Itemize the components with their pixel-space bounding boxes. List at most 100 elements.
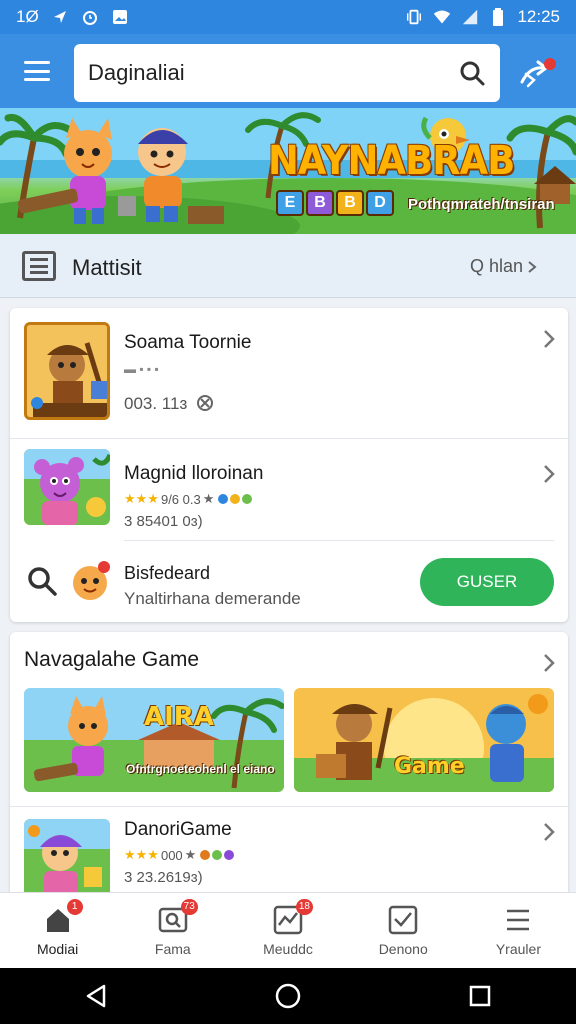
purple-dot-icon (224, 850, 235, 860)
app-title: Magnid lloroinan (124, 463, 264, 484)
app-rating: ★★★ 9/6 0.3 ★ (124, 491, 253, 507)
app-subtitle-dots: ▬ ▪ ▪ ▪ (124, 362, 159, 376)
search-input[interactable] (88, 60, 458, 86)
nav-label: Denono (378, 941, 428, 957)
chart-icon: 18 (273, 899, 313, 935)
search-box[interactable] (74, 44, 500, 102)
list-item[interactable]: DanoriGame ★★★ 000 ★ 3 23.2619ɜ) (10, 807, 568, 902)
tile-sublabel: Ofntrgnoeteohenl el eiano (126, 762, 275, 776)
app-subtitle: Ynaltirhana demerande (124, 589, 301, 608)
chevron-right-icon (528, 260, 537, 273)
blue-dot-icon (218, 494, 229, 504)
search-icon[interactable] (458, 59, 486, 87)
chevron-right-icon (544, 330, 555, 348)
battery-icon (489, 8, 507, 26)
list-item[interactable]: Soama Toornie ▬ ▪ ▪ ▪ 003. 11ɜ (10, 308, 568, 438)
nav-item-meuddc[interactable]: 18 Meuddc (230, 893, 345, 968)
games-section-title: Navagalahe Game (24, 648, 200, 671)
nav-item-home[interactable]: 1 Modiai (0, 893, 115, 968)
settings-badge-icon (197, 395, 213, 411)
star-icon: ★ (184, 847, 197, 862)
section-header: Mattisit Q hlan (0, 234, 576, 298)
pirate-game-icon (27, 325, 107, 417)
banner-block: B (336, 190, 364, 216)
app-thumbnail (24, 819, 110, 899)
nav-item-yrauler[interactable]: Yrauler (461, 893, 576, 968)
app-title: Bisfedeard (124, 563, 211, 583)
alarm-icon (81, 8, 99, 26)
nav-label: Yrauler (495, 941, 541, 957)
rating-value: 000 (160, 847, 183, 863)
vibrate-icon (405, 8, 423, 26)
tile-label: AIRA (144, 702, 214, 732)
character-avatar-icon (73, 561, 110, 600)
app-meta-text: 003. 11ɜ (124, 394, 188, 413)
wifi-icon (433, 8, 451, 26)
hamburger-menu-icon[interactable] (20, 56, 54, 86)
banner-title: NAYNABRAB (268, 138, 515, 184)
recents-icon[interactable] (460, 976, 500, 1016)
nav-label: Modiai (36, 941, 79, 957)
chevron-right-icon (544, 465, 555, 483)
app-title: Soama Toornie (124, 332, 252, 353)
nav-item-fama[interactable]: 73 Fama (115, 893, 230, 968)
image-icon (111, 8, 129, 26)
home-icon: 1 (43, 899, 83, 935)
banner-block: B (306, 190, 334, 216)
yellow-dot-icon (230, 494, 241, 504)
badge: 1 (66, 899, 83, 915)
rating-value: 9/6 0.3 (160, 491, 201, 507)
list-icon (22, 251, 56, 281)
search-card-icon: 73 (158, 899, 198, 935)
star-rating-icon: ★★★ (124, 491, 159, 506)
badge: 18 (295, 899, 313, 915)
green-dot-icon (242, 494, 253, 504)
game-tile[interactable]: AIRA Ofntrgnoeteohenl el eiano (24, 688, 284, 792)
bottom-navigation: 1 Modiai 73 Fama 18 Meuddc Denono Yraule… (0, 892, 576, 968)
banner-block: E (276, 190, 304, 216)
section-title: Mattisit (72, 255, 142, 280)
app-meta: 003. 11ɜ (124, 394, 214, 414)
app-title: DanoriGame (124, 819, 232, 840)
signal-icon (461, 8, 479, 26)
game-tile[interactable]: Game (294, 688, 554, 792)
character-game-icon (24, 819, 110, 899)
banner-blocks: E B B D (276, 190, 394, 216)
chevron-right-icon (544, 823, 555, 841)
tile-label: Game (394, 754, 465, 779)
orange-dot-icon (200, 850, 211, 860)
back-icon[interactable] (76, 976, 116, 1016)
green-dot-icon (212, 850, 223, 860)
status-right: 12:25 (405, 7, 560, 27)
notification-share-icon[interactable] (518, 56, 558, 90)
status-left-text: 1Ø (16, 7, 39, 26)
app-rating: ★★★ 000 ★ (124, 847, 235, 863)
star-rating-icon: ★★★ (124, 847, 159, 862)
section-link-label: Q hlan (470, 256, 524, 276)
app-meta: 3 23.2619ɜ) (124, 869, 203, 886)
install-button[interactable]: GUSER (420, 558, 554, 606)
app-list-card: Soama Toornie ▬ ▪ ▪ ▪ 003. 11ɜ Magnid ll… (10, 308, 568, 622)
section-see-all-link[interactable]: Q hlan (470, 256, 537, 277)
list-item[interactable]: Magnid lloroinan ★★★ 9/6 0.3 ★ 3 85401 0… (10, 439, 568, 539)
system-navigation-bar (0, 968, 576, 1024)
app-bar (0, 34, 576, 108)
check-chart-icon (388, 905, 418, 935)
games-card: Navagalahe Game AIRA Ofntrgnoeteohenl el… (10, 632, 568, 902)
star-icon: ★ (202, 491, 215, 506)
monster-game-icon (24, 449, 110, 525)
status-left: 1Ø (16, 7, 129, 27)
badge: 73 (180, 899, 198, 915)
home-button-icon[interactable] (268, 976, 308, 1016)
app-thumbnail (24, 449, 110, 525)
nav-label: Meuddc (263, 941, 313, 957)
menu-icon (503, 905, 533, 935)
app-thumbnail (24, 322, 110, 420)
nav-item-denono[interactable]: Denono (346, 893, 461, 968)
promo-banner[interactable]: NAYNABRAB E B B D Pothqmrateh/tnsiran (0, 108, 576, 234)
status-time: 12:25 (517, 7, 560, 26)
search-icon[interactable] (26, 565, 58, 597)
chevron-right-icon[interactable] (542, 652, 556, 674)
banner-subtitle: Pothqmrateh/tnsiran (408, 196, 555, 213)
navigation-icon (51, 8, 69, 26)
